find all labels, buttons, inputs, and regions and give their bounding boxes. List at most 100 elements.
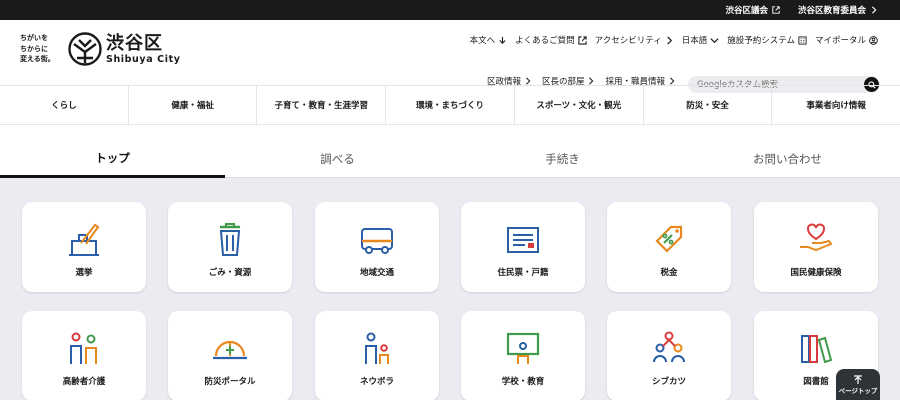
- main-tabs: トップ 調べる 手続き お問い合わせ: [0, 140, 900, 178]
- utility-nav: 本文へ よくあるご質問 アクセシビリティ 日本語 施設予約システム マイポータル: [470, 34, 878, 46]
- category-childcare-education[interactable]: 子育て・教育・生涯学習: [257, 86, 387, 124]
- chevron-right-icon: [667, 35, 672, 45]
- card-school-education[interactable]: 学校・教育: [461, 311, 585, 400]
- card-resident-registry[interactable]: 住民票・戸籍: [461, 202, 585, 292]
- tab-label: 手続き: [545, 151, 580, 166]
- slogan-line-3: 変える街。: [20, 55, 55, 64]
- city-name-ja: 渋谷区: [106, 32, 163, 54]
- faq-label: よくあるご質問: [515, 36, 575, 46]
- card-label: ネウボラ: [359, 377, 394, 387]
- card-shibukatsu[interactable]: シブカツ: [607, 311, 731, 400]
- tab-label: お問い合わせ: [753, 151, 822, 166]
- service-card-grid: 選挙 ごみ・資源 地域交通 住民票・戸籍 税金 国民健康保険 高齢者介護 防災ポ…: [0, 178, 900, 400]
- category-label: 子育て・教育・生涯学習: [274, 101, 369, 111]
- language-label: 日本語: [681, 36, 708, 46]
- category-environment-town[interactable]: 環境・まちづくり: [386, 86, 515, 124]
- card-garbage-recycling[interactable]: ごみ・資源: [168, 202, 292, 292]
- topbar-link-board-label: 渋谷区教育委員会: [797, 6, 866, 16]
- books-icon: [801, 335, 833, 364]
- parent-child-icon: [365, 332, 389, 364]
- topbar-link-council[interactable]: 渋谷区議会: [725, 4, 780, 16]
- category-health-welfare[interactable]: 健康・福祉: [129, 86, 258, 124]
- card-national-health-insurance[interactable]: 国民健康保険: [754, 202, 878, 292]
- category-label: 事業者向け情報: [806, 101, 866, 111]
- card-disaster-portal[interactable]: 防災ポータル: [168, 311, 292, 400]
- logo-slogan: ちがいを ちからに 変える街。: [20, 33, 66, 65]
- chevron-right-icon: [670, 77, 675, 85]
- card-label: 高齢者介護: [62, 377, 106, 387]
- facility-reservation-link[interactable]: 施設予約システム: [727, 34, 807, 46]
- my-portal-link[interactable]: マイポータル: [815, 34, 878, 46]
- category-label: スポーツ・文化・観光: [536, 101, 622, 111]
- facility-reservation-label: 施設予約システム: [727, 36, 795, 46]
- card-neuvola[interactable]: ネウボラ: [315, 311, 439, 400]
- city-name: 渋谷区 Shibuya City: [106, 33, 181, 66]
- site-logo[interactable]: ちがいを ちからに 変える街。 渋谷区 Shibuya City: [20, 32, 181, 66]
- card-label: 地域交通: [359, 268, 394, 278]
- faq-link[interactable]: よくあるご質問: [515, 34, 587, 46]
- accessibility-link[interactable]: アクセシビリティ: [595, 34, 674, 46]
- tab-top[interactable]: トップ: [0, 140, 225, 178]
- building-icon: [798, 35, 807, 45]
- topbar-link-council-label: 渋谷区議会: [725, 6, 768, 16]
- group-people-icon: [653, 331, 685, 363]
- card-label: 選挙: [75, 268, 93, 278]
- topbar-link-board-of-education[interactable]: 渋谷区教育委員会: [798, 4, 878, 16]
- tab-label: トップ: [95, 150, 130, 165]
- category-label: 環境・まちづくり: [416, 101, 485, 111]
- trash-bin-icon: [219, 223, 241, 256]
- bus-icon: [361, 228, 393, 254]
- slogan-line-1: ちがいを: [20, 34, 48, 43]
- heart-hand-icon: [800, 223, 833, 252]
- card-election[interactable]: 選挙: [22, 202, 146, 292]
- blackboard-icon: [506, 332, 540, 364]
- skip-to-content-label: 本文へ: [469, 36, 496, 46]
- city-emblem-icon: [68, 32, 102, 66]
- site-header: ちがいを ちからに 変える街。 渋谷区 Shibuya City 本文へ よくあ…: [0, 20, 900, 93]
- arrow-up-icon: [854, 375, 862, 384]
- category-label: くらし: [51, 101, 77, 111]
- category-living[interactable]: くらし: [0, 86, 129, 124]
- document-icon: [507, 227, 539, 253]
- city-name-en: Shibuya City: [106, 53, 181, 65]
- category-disaster-safety[interactable]: 防災・安全: [644, 86, 773, 124]
- card-label: 図書館: [803, 377, 829, 387]
- page-top-button[interactable]: ページトップ: [836, 369, 880, 400]
- external-link-icon: [772, 6, 780, 14]
- elderly-people-icon: [70, 332, 97, 364]
- card-local-transport[interactable]: 地域交通: [315, 202, 439, 292]
- card-label: 税金: [660, 268, 678, 278]
- chevron-down-icon: [710, 37, 719, 43]
- accessibility-label: アクセシビリティ: [594, 36, 662, 46]
- slogan-line-2: ちからに: [20, 44, 48, 53]
- category-sports-culture[interactable]: スポーツ・文化・観光: [515, 86, 644, 124]
- category-nav: くらし 健康・福祉 子育て・教育・生涯学習 環境・まちづくり スポーツ・文化・観…: [0, 85, 900, 125]
- card-label: シブカツ: [651, 377, 686, 387]
- page-top-label: ページトップ: [838, 387, 878, 395]
- language-selector[interactable]: 日本語: [682, 34, 720, 46]
- chevron-right-icon: [526, 77, 531, 85]
- arrow-down-icon: [499, 36, 506, 44]
- tab-contact[interactable]: お問い合わせ: [675, 140, 900, 178]
- card-elderly-care[interactable]: 高齢者介護: [22, 311, 146, 400]
- card-label: 住民票・戸籍: [497, 268, 549, 278]
- tag-percent-icon: [655, 225, 683, 253]
- category-label: 防災・安全: [686, 101, 729, 111]
- category-label: 健康・福祉: [171, 101, 214, 111]
- category-business[interactable]: 事業者向け情報: [772, 86, 900, 124]
- tab-procedures[interactable]: 手続き: [450, 140, 675, 178]
- skip-to-content-link[interactable]: 本文へ: [470, 34, 508, 46]
- user-icon: [869, 35, 878, 45]
- card-label: 国民健康保険: [790, 268, 842, 278]
- ballot-box-icon: [69, 223, 100, 256]
- helmet-icon: [213, 340, 247, 360]
- chevron-right-icon: [872, 6, 877, 14]
- card-label: 防災ポータル: [204, 377, 256, 387]
- tab-search[interactable]: 調べる: [225, 140, 450, 178]
- my-portal-label: マイポータル: [814, 36, 866, 46]
- card-label: ごみ・資源: [208, 268, 252, 278]
- chevron-right-icon: [589, 77, 594, 85]
- card-tax[interactable]: 税金: [607, 202, 731, 292]
- top-bar: 渋谷区議会 渋谷区教育委員会: [0, 0, 900, 20]
- card-label: 学校・教育: [501, 377, 545, 387]
